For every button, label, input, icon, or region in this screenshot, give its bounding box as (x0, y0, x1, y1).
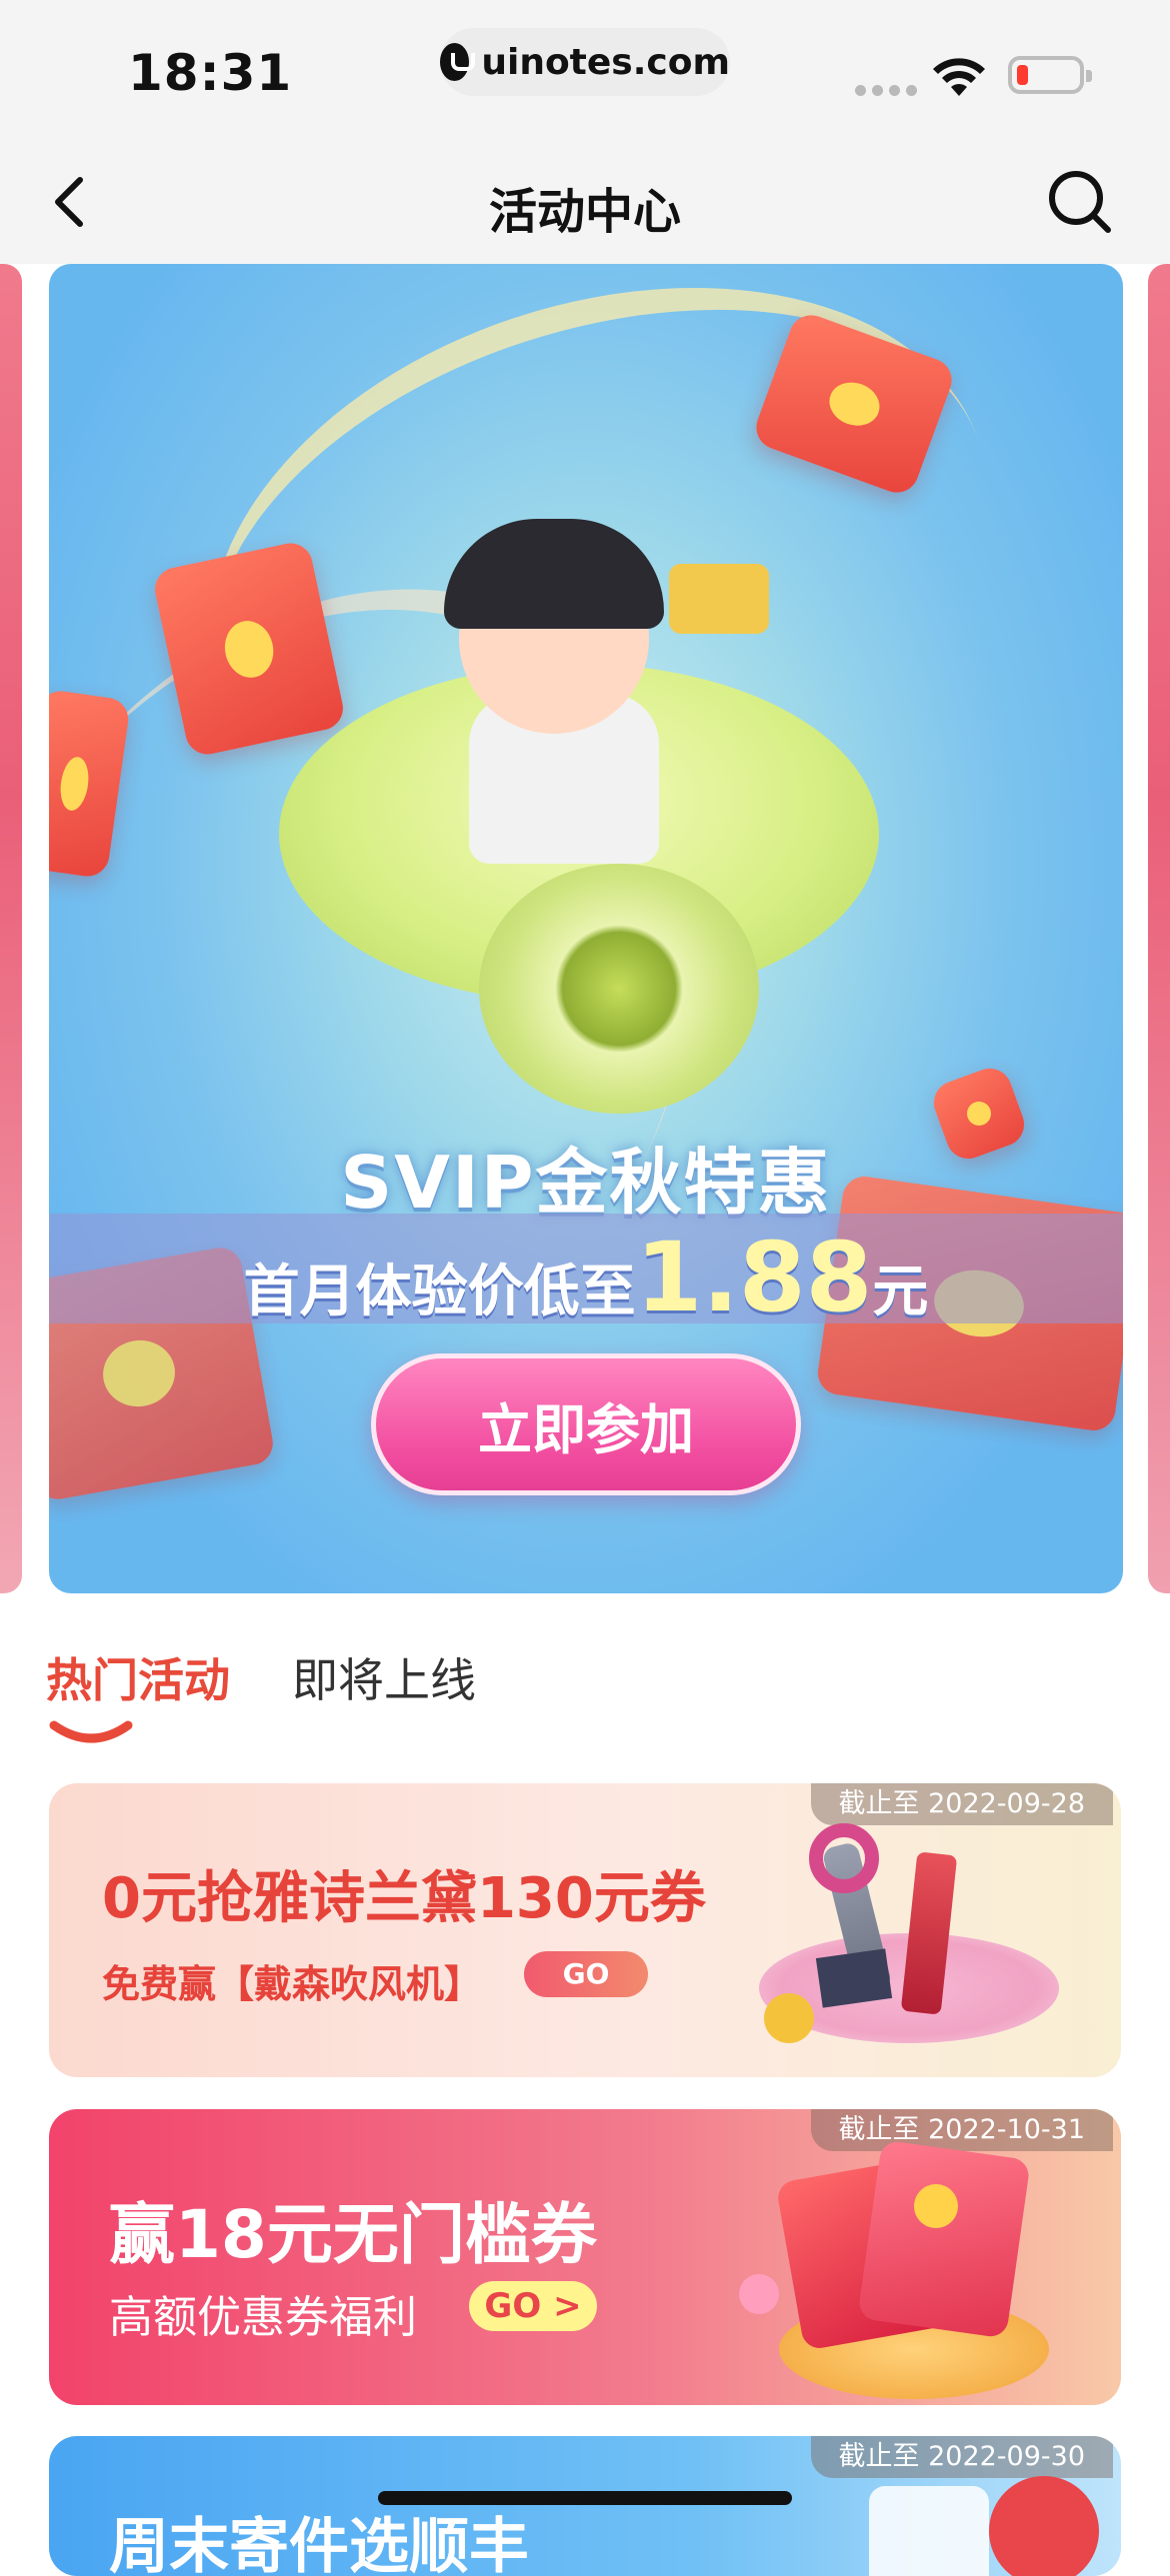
gold-coin-icon (764, 1993, 814, 2043)
home-indicator[interactable] (378, 2491, 792, 2505)
deadline-badge: 截止至 2022-09-30 (810, 2436, 1113, 2478)
go-button[interactable]: GO (524, 1951, 648, 1997)
active-tab-indicator (49, 1720, 133, 1743)
deadline-badge: 截止至 2022-10-31 (810, 2109, 1113, 2151)
go-button[interactable]: GO > (469, 2281, 597, 2331)
carousel-next-slide[interactable] (1148, 264, 1170, 1593)
activity-card[interactable]: 截止至 2022-09-30 周末寄件选顺丰 (49, 2436, 1121, 2576)
join-now-button[interactable]: 立即参加 (371, 1353, 801, 1495)
carousel-prev-slide[interactable] (0, 264, 22, 1593)
search-icon[interactable] (1040, 162, 1120, 242)
nav-bar: 活动中心 (0, 140, 1170, 264)
url-pill[interactable]: uinotes.com (440, 28, 730, 96)
propeller-illustration (479, 864, 759, 1114)
activity-card[interactable]: 截止至 2022-10-31 赢18元无门槛券 高额优惠券福利 GO > (49, 2109, 1121, 2405)
heart-decoration (739, 2274, 779, 2314)
site-logo-icon (440, 43, 476, 81)
banner-price-unit: 元 (872, 1260, 929, 1324)
activity-card[interactable]: 截止至 2022-09-28 0元抢雅诗兰黛130元券 免费赢【戴森吹风机】 G… (49, 1783, 1121, 2077)
battery-low-icon (1008, 56, 1092, 94)
activity-subtitle: 免费赢【戴森吹风机】 (102, 1962, 483, 2006)
money-gun-illustration (669, 564, 769, 634)
deadline-badge: 截止至 2022-09-28 (810, 1783, 1113, 1825)
envelope-seal-icon (914, 2184, 958, 2228)
activity-title: 0元抢雅诗兰黛130元券 (102, 1866, 706, 1931)
status-time: 18:31 (128, 44, 293, 102)
wifi-icon (933, 58, 985, 96)
cellular-signal-icon (855, 85, 917, 96)
banner-subline: 首月体验价低至1.88元 (49, 1222, 1123, 1333)
activity-title: 周末寄件选顺丰 (109, 2512, 529, 2576)
url-text: uinotes.com (481, 41, 730, 83)
page-title: 活动中心 (488, 184, 681, 240)
banner-price: 1.88 (635, 1222, 873, 1333)
banner-subline-text: 首月体验价低至 (243, 1260, 636, 1324)
banner-slide[interactable]: SVIP金秋特惠 首月体验价低至1.88元 立即参加 (49, 264, 1123, 1593)
status-bar: 18:31 uinotes.com (0, 0, 1170, 140)
tab-coming-soon[interactable]: 即将上线 (292, 1644, 476, 1744)
activity-title: 赢18元无门槛券 (109, 2196, 597, 2273)
package-illustration (989, 2476, 1099, 2576)
calendar-illustration (869, 2486, 989, 2576)
cosmetic-box-illustration (815, 1948, 893, 2008)
hair-dryer-head-illustration (809, 1823, 879, 1893)
activity-subtitle: 高额优惠券福利 (109, 2292, 417, 2343)
banner-carousel[interactable]: SVIP金秋特惠 首月体验价低至1.88元 立即参加 (0, 264, 1170, 1593)
red-envelope-illustration (857, 2139, 1031, 2339)
